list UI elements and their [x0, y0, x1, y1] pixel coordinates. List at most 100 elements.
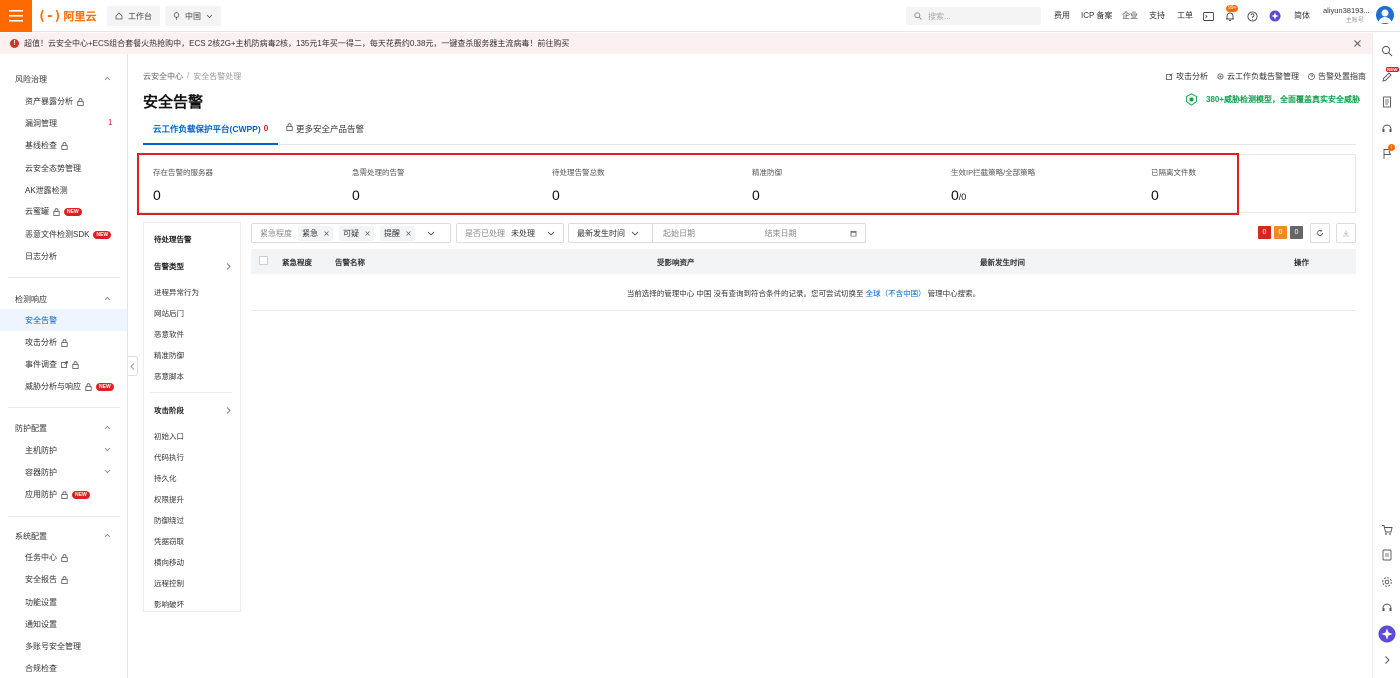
- col-severity[interactable]: 紧急程度: [282, 257, 312, 268]
- ai-assistant-icon[interactable]: [1378, 625, 1396, 643]
- sidebar-item-threat-response[interactable]: 威胁分析与响应 NEW: [25, 381, 114, 392]
- reminder-count-badge[interactable]: 0: [1290, 226, 1303, 239]
- attack-stage-item[interactable]: 远程控制: [154, 578, 184, 589]
- sidebar-item-feature-settings[interactable]: 功能设置: [25, 597, 57, 608]
- sidebar-group-risk[interactable]: 风险治理: [15, 74, 47, 85]
- attack-stage-item[interactable]: 代码执行: [154, 452, 184, 463]
- close-icon[interactable]: [365, 230, 370, 236]
- attack-stage-header[interactable]: 攻击阶段: [154, 405, 184, 416]
- pencil-icon[interactable]: [1381, 71, 1393, 83]
- sidebar-item-host-protection[interactable]: 主机防护: [25, 445, 57, 456]
- attack-stage-item[interactable]: 凭据窃取: [154, 536, 184, 547]
- avatar[interactable]: [1376, 6, 1394, 24]
- attack-stage-item[interactable]: 权限提升: [154, 494, 184, 505]
- nav-support[interactable]: 支持: [1149, 10, 1165, 21]
- chevron-up-icon[interactable]: [104, 76, 111, 81]
- cart-icon[interactable]: [1381, 524, 1393, 536]
- alert-type-header[interactable]: 告警类型: [154, 261, 184, 272]
- attack-analysis-link[interactable]: 攻击分析: [1166, 71, 1208, 82]
- close-icon[interactable]: [324, 230, 329, 236]
- alert-type-item[interactable]: 进程异常行为: [154, 287, 199, 298]
- menu-button[interactable]: [0, 0, 32, 32]
- breadcrumb-root[interactable]: 云安全中心: [143, 71, 183, 82]
- alert-type-item[interactable]: 恶意脚本: [154, 371, 184, 382]
- terminal-icon[interactable]: [1201, 9, 1215, 23]
- sidebar-item-task-center[interactable]: 任务中心: [25, 552, 68, 563]
- aliyun-logo[interactable]: (-) 阿里云: [38, 8, 96, 24]
- sidebar-item-exposure[interactable]: 资产暴露分析: [25, 96, 84, 107]
- region-selector[interactable]: 中国: [165, 6, 221, 26]
- sidebar-item-malware-sdk[interactable]: 恶意文件检测SDK NEW: [25, 229, 112, 240]
- sidebar-item-honeypot[interactable]: 云蜜罐 NEW: [25, 206, 82, 217]
- headset-icon[interactable]: [1381, 122, 1393, 134]
- refresh-button[interactable]: [1310, 223, 1330, 243]
- sidebar-item-container-protection[interactable]: 容器防护: [25, 467, 57, 478]
- chevron-up-icon[interactable]: [104, 296, 111, 301]
- customer-service-icon[interactable]: [1381, 601, 1393, 613]
- sidebar-item-log-analysis[interactable]: 日志分析: [25, 251, 57, 262]
- chevron-down-icon[interactable]: [104, 469, 111, 474]
- tab-more-products[interactable]: 更多安全产品告警: [286, 123, 364, 135]
- detection-model-link[interactable]: 380+威胁检测模型，全面覆盖真实安全威胁: [1185, 93, 1360, 106]
- cwp-alert-manage-link[interactable]: 云工作负载告警管理: [1217, 71, 1299, 82]
- nav-fee[interactable]: 费用: [1054, 10, 1070, 21]
- nav-icp[interactable]: ICP 备案: [1081, 10, 1112, 21]
- nav-ticket[interactable]: 工单: [1177, 10, 1193, 21]
- sidebar-item-notify-settings[interactable]: 通知设置: [25, 619, 57, 630]
- severity-tag[interactable]: 提醒: [380, 225, 415, 241]
- sidebar-item-ak-leak[interactable]: AK泄露检测: [25, 185, 68, 196]
- workbench-button[interactable]: 工作台: [107, 6, 160, 26]
- col-latest-time[interactable]: 最新发生时间: [980, 257, 1025, 268]
- gear-icon[interactable]: [1381, 576, 1393, 588]
- pending-alerts-item[interactable]: 待处理告警: [154, 234, 192, 245]
- attack-stage-item[interactable]: 影响破坏: [154, 599, 184, 610]
- chevron-right-icon[interactable]: [1381, 654, 1393, 666]
- chevron-right-icon[interactable]: [226, 263, 231, 270]
- sidebar-group-protection[interactable]: 防护配置: [15, 423, 47, 434]
- col-alert-name[interactable]: 告警名称: [335, 257, 365, 268]
- attack-stage-item[interactable]: 防御绕过: [154, 515, 184, 526]
- help-icon[interactable]: [1245, 9, 1259, 23]
- bell-icon[interactable]: 99+: [1223, 5, 1239, 23]
- date-range-picker[interactable]: 起始日期 结束日期: [652, 223, 866, 243]
- sidebar-item-baseline[interactable]: 基线检查: [25, 140, 68, 151]
- attack-stage-item[interactable]: 持久化: [154, 473, 177, 484]
- sidebar-item-cspm[interactable]: 云安全态势管理: [25, 163, 81, 174]
- search-input[interactable]: 搜索...: [906, 7, 1041, 25]
- start-date-input[interactable]: 起始日期: [663, 228, 764, 239]
- severity-filter[interactable]: 紧急程度 紧急 可疑 提醒: [251, 223, 451, 243]
- col-affected-asset[interactable]: 受影响资产: [657, 257, 695, 268]
- select-all-checkbox[interactable]: [259, 256, 268, 265]
- sidebar-group-detect[interactable]: 检测响应: [15, 294, 47, 305]
- sidebar-item-security-report[interactable]: 安全报告: [25, 574, 68, 585]
- severity-tag[interactable]: 紧急: [298, 225, 333, 241]
- download-button[interactable]: [1336, 223, 1356, 243]
- sidebar-item-multi-account[interactable]: 多账号安全管理: [25, 641, 81, 652]
- attack-stage-item[interactable]: 初始入口: [154, 431, 184, 442]
- suspicious-count-badge[interactable]: 0: [1274, 226, 1287, 239]
- severity-tag[interactable]: 可疑: [339, 225, 374, 241]
- alert-type-item[interactable]: 精准防御: [154, 350, 184, 361]
- sidebar-item-compliance[interactable]: 合规检查: [25, 663, 57, 674]
- time-filter-select[interactable]: 最新发生时间: [568, 223, 652, 243]
- tab-cwpp[interactable]: 云工作负载保护平台(CWPP) 0: [143, 123, 279, 145]
- urgent-count-badge[interactable]: 0: [1258, 226, 1271, 239]
- alert-type-item[interactable]: 网站后门: [154, 308, 184, 319]
- document-icon[interactable]: [1381, 96, 1393, 108]
- sidebar-item-security-alerts[interactable]: 安全告警: [25, 315, 57, 326]
- sidebar-item-app-protection[interactable]: 应用防护 NEW: [25, 489, 90, 500]
- chevron-up-icon[interactable]: [104, 425, 111, 430]
- sidebar-item-vuln[interactable]: 漏洞管理: [25, 118, 57, 129]
- sidebar-collapse-handle[interactable]: [128, 356, 138, 376]
- language-switch[interactable]: 简体: [1294, 10, 1310, 21]
- billing-icon[interactable]: [1381, 549, 1393, 561]
- sidebar-item-attack-analysis[interactable]: 攻击分析: [25, 337, 68, 348]
- close-icon[interactable]: [1354, 40, 1361, 47]
- search-icon[interactable]: [1381, 45, 1393, 57]
- attack-stage-item[interactable]: 横向移动: [154, 557, 184, 568]
- close-icon[interactable]: [406, 230, 411, 236]
- user-info[interactable]: aliyun38193... 主账号: [1323, 6, 1370, 26]
- ai-assistant-icon[interactable]: [1268, 9, 1282, 23]
- chevron-down-icon[interactable]: [104, 447, 111, 452]
- sidebar-group-system[interactable]: 系统配置: [15, 531, 47, 542]
